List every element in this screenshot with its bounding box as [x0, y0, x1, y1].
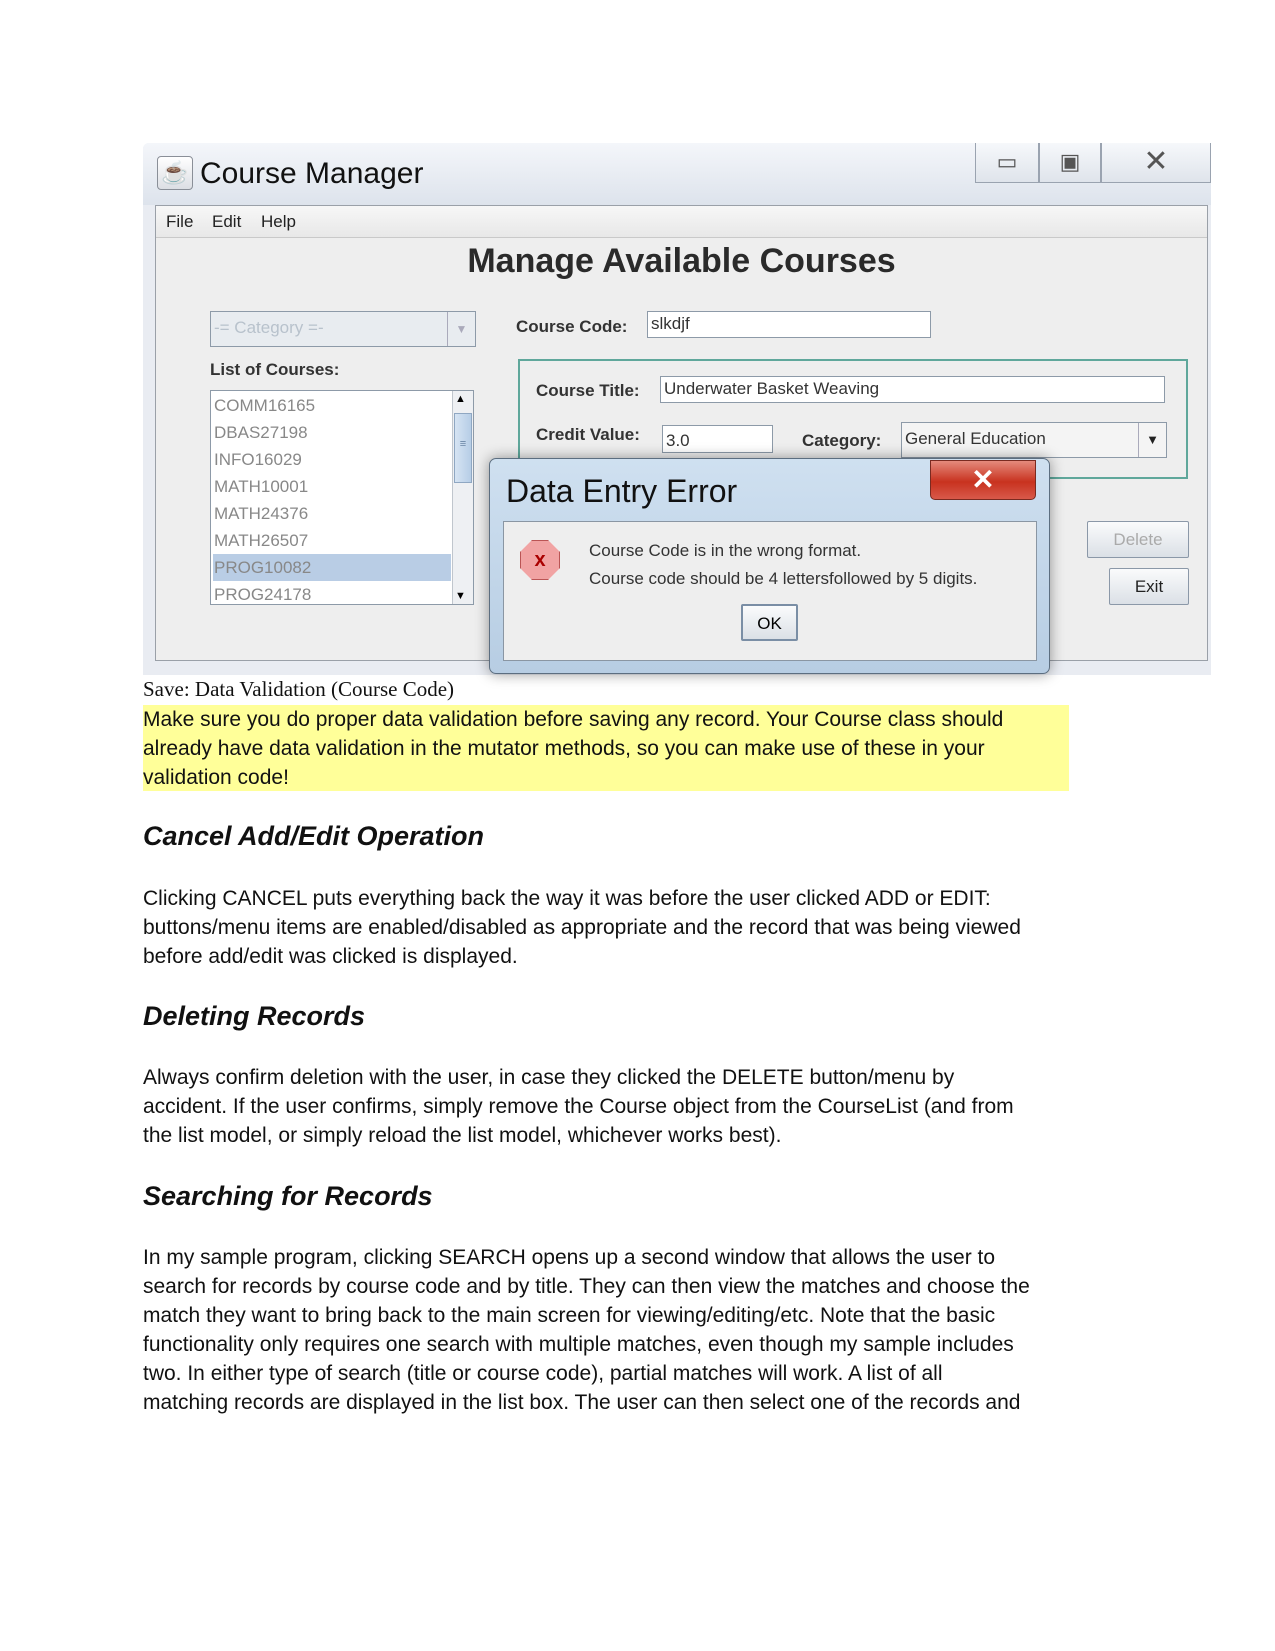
dialog-message-2: Course code should be 4 lettersfollowed … — [589, 569, 978, 588]
error-dialog: Data Entry Error ✕ x Course Code is in t… — [489, 458, 1050, 674]
note-line: already have data validation in the muta… — [143, 737, 985, 760]
category-filter-combo[interactable]: -= Category =- ▼ — [210, 311, 476, 347]
scroll-down-icon[interactable]: ▼ — [455, 590, 466, 602]
scrollbar[interactable]: ▲ ≡ ▼ — [452, 391, 473, 604]
paragraph-line: buttons/menu items are enabled/disabled … — [143, 916, 1021, 939]
note-line: validation code! — [143, 766, 289, 789]
ok-button[interactable]: OK — [741, 604, 798, 641]
exit-button[interactable]: Exit — [1109, 568, 1189, 605]
course-title-input[interactable]: Underwater Basket Weaving — [660, 376, 1165, 403]
paragraph-line: Always confirm deletion with the user, i… — [143, 1066, 955, 1089]
minimize-icon[interactable]: ▭ — [975, 143, 1039, 183]
list-label: List of Courses: — [210, 360, 340, 379]
credit-value-input[interactable]: 3.0 — [662, 425, 773, 453]
menu-edit[interactable]: Edit — [212, 212, 241, 232]
paragraph-line: match they want to bring back to the mai… — [143, 1304, 996, 1327]
highlighted-note: Make sure you do proper data validation … — [143, 705, 1069, 791]
section-heading: Deleting Records — [143, 1001, 366, 1031]
list-item[interactable]: PROG24178 — [213, 581, 451, 608]
list-item[interactable]: MATH24376 — [213, 500, 451, 527]
course-code-input[interactable]: slkdjf — [647, 311, 931, 338]
paragraph-line: accident. If the user confirms, simply r… — [143, 1095, 1014, 1118]
list-item[interactable]: COMM16165 — [213, 392, 451, 419]
list-item[interactable]: MATH10001 — [213, 473, 451, 500]
dialog-close-icon[interactable]: ✕ — [930, 460, 1036, 500]
category-label: Category: — [802, 431, 882, 450]
note-line: Make sure you do proper data validation … — [143, 708, 1004, 731]
credit-value-label: Credit Value: — [536, 425, 640, 444]
course-list[interactable]: COMM16165 DBAS27198 INFO16029 MATH10001 … — [210, 390, 474, 605]
paragraph-line: Clicking CANCEL puts everything back the… — [143, 887, 991, 910]
section-paragraph: In my sample program, clicking SEARCH op… — [143, 1243, 1030, 1417]
paragraph-line: functionality only requires one search w… — [143, 1333, 1014, 1356]
menu-file[interactable]: File — [166, 212, 193, 232]
category-value: General Education — [905, 429, 1046, 448]
dialog-title: Data Entry Error — [506, 473, 738, 509]
menu-help[interactable]: Help — [261, 212, 296, 232]
page-heading: Manage Available Courses — [467, 242, 896, 280]
window-title: Course Manager — [200, 157, 424, 190]
course-title-label: Course Title: — [536, 381, 640, 400]
close-icon[interactable]: ✕ — [1101, 143, 1211, 183]
dialog-body: x Course Code is in the wrong format. Co… — [503, 521, 1037, 661]
chevron-down-icon: ▼ — [1138, 423, 1166, 457]
paragraph-line: In my sample program, clicking SEARCH op… — [143, 1246, 996, 1269]
scroll-up-icon[interactable]: ▲ — [455, 393, 466, 405]
paragraph-line: search for records by course code and by… — [143, 1275, 1030, 1298]
java-app-icon: ☕ — [157, 156, 193, 190]
section-heading: Cancel Add/Edit Operation — [143, 821, 485, 851]
category-filter-placeholder: -= Category =- — [214, 318, 324, 337]
course-code-label: Course Code: — [516, 317, 628, 336]
paragraph-line: matching records are displayed in the li… — [143, 1391, 1021, 1414]
dialog-message-1: Course Code is in the wrong format. — [589, 541, 862, 560]
menu-bar: File Edit Help — [156, 206, 1207, 238]
list-item[interactable]: MATH26507 — [213, 527, 451, 554]
section-heading: Searching for Records — [143, 1181, 433, 1211]
section-paragraph: Always confirm deletion with the user, i… — [143, 1063, 1014, 1150]
category-combo[interactable]: General Education ▼ — [901, 422, 1167, 458]
chevron-down-icon: ▼ — [447, 312, 475, 346]
list-item-selected[interactable]: PROG10082 — [213, 554, 451, 581]
list-item[interactable]: DBAS27198 — [213, 419, 451, 446]
paragraph-line: before add/edit was clicked is displayed… — [143, 945, 518, 968]
maximize-icon[interactable]: ▣ — [1039, 143, 1101, 183]
figure-caption: Save: Data Validation (Course Code) — [143, 677, 455, 701]
section-paragraph: Clicking CANCEL puts everything back the… — [143, 884, 1021, 971]
paragraph-line: the list model, or simply reload the lis… — [143, 1124, 782, 1147]
delete-button[interactable]: Delete — [1087, 521, 1189, 558]
error-icon: x — [520, 540, 560, 580]
list-item[interactable]: INFO16029 — [213, 446, 451, 473]
scroll-thumb[interactable]: ≡ — [454, 413, 472, 483]
paragraph-line: two. In either type of search (title or … — [143, 1362, 943, 1385]
